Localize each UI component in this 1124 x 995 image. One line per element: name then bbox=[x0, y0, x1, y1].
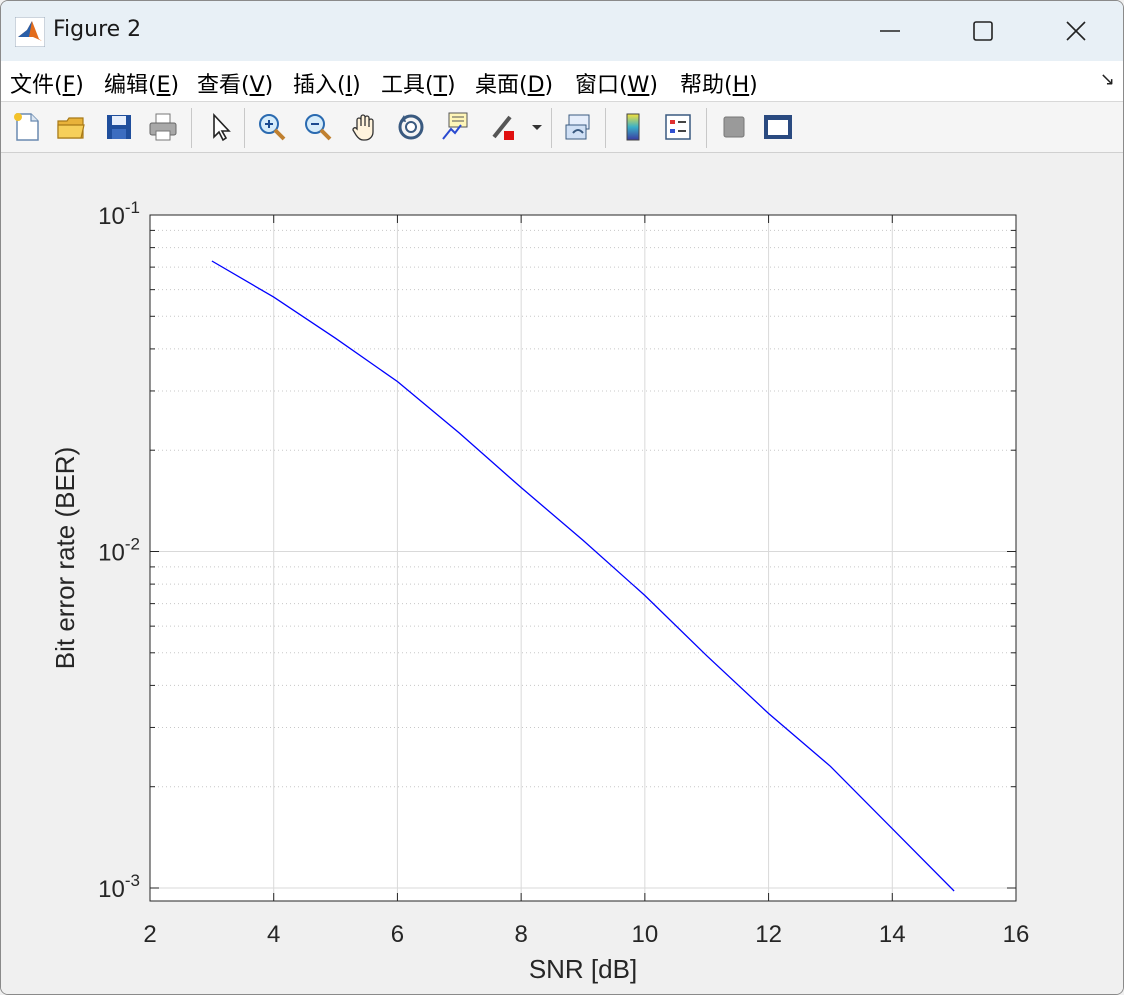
minimize-icon bbox=[880, 30, 900, 32]
show-plot-tools-icon bbox=[764, 115, 792, 139]
ber-plot[interactable]: 2 4 6 8 10 12 14 16 10-1 10-2 10-3 SNR [dB] Bit e… bbox=[1, 153, 1123, 994]
save-button[interactable] bbox=[101, 108, 137, 146]
menu-file[interactable]: 文件(F) bbox=[10, 67, 84, 99]
window-title: Figure 2 bbox=[53, 17, 142, 42]
menu-view[interactable]: 查看(V) bbox=[197, 67, 273, 99]
data-cursor-button[interactable] bbox=[437, 108, 473, 146]
matlab-logo-icon bbox=[15, 17, 45, 47]
toolbar-separator bbox=[244, 108, 245, 148]
close-icon bbox=[1066, 21, 1086, 41]
new-figure-icon bbox=[14, 113, 39, 141]
menu-edit[interactable]: 编辑(E) bbox=[104, 67, 179, 99]
link-plot-icon bbox=[565, 114, 590, 140]
print-icon bbox=[149, 113, 177, 141]
zoom-in-button[interactable] bbox=[254, 108, 290, 146]
menu-window[interactable]: 窗口(W) bbox=[575, 67, 658, 99]
open-file-icon bbox=[57, 117, 85, 139]
x-tick-label: 4 bbox=[267, 921, 280, 948]
insert-legend-button[interactable] bbox=[660, 108, 696, 146]
print-button[interactable] bbox=[145, 108, 181, 146]
menu-insert[interactable]: 插入(I) bbox=[293, 67, 361, 99]
y-tick-labels: 10-1 10-2 10-3 bbox=[98, 198, 140, 903]
zoom-out-icon bbox=[305, 114, 332, 141]
dock-figure-icon[interactable]: ↘ bbox=[1100, 69, 1115, 90]
insert-colorbar-button[interactable] bbox=[615, 108, 651, 146]
rotate-3d-icon bbox=[398, 114, 424, 140]
x-tick-label: 2 bbox=[143, 921, 156, 948]
y-tick-label: 10-1 bbox=[98, 198, 140, 230]
colorbar-icon bbox=[626, 113, 640, 141]
x-tick-labels: 2 4 6 8 10 12 14 16 bbox=[143, 921, 1029, 948]
legend-icon bbox=[665, 114, 691, 140]
save-icon bbox=[107, 115, 131, 139]
toolbar-separator bbox=[706, 108, 707, 148]
brush-button[interactable] bbox=[484, 108, 520, 146]
y-axis-label: Bit error rate (BER) bbox=[50, 447, 80, 670]
toolbar-separator bbox=[551, 108, 552, 148]
brush-dropdown-button[interactable] bbox=[526, 108, 548, 146]
x-tick-label: 10 bbox=[632, 921, 659, 948]
select-arrow-button[interactable] bbox=[202, 108, 238, 146]
menu-tools[interactable]: 工具(T) bbox=[381, 67, 456, 99]
y-tick-label: 10-2 bbox=[98, 535, 140, 567]
maximize-button[interactable] bbox=[936, 1, 1030, 61]
x-tick-label: 8 bbox=[514, 921, 527, 948]
hide-plot-tools-button[interactable] bbox=[716, 108, 752, 146]
select-arrow-icon bbox=[213, 112, 231, 142]
toolbar-separator bbox=[605, 108, 606, 148]
zoom-out-button[interactable] bbox=[300, 108, 336, 146]
show-plot-tools-button[interactable] bbox=[760, 108, 796, 146]
chevron-down-icon bbox=[532, 125, 542, 130]
open-file-button[interactable] bbox=[53, 108, 89, 146]
figure-toolbar bbox=[1, 102, 1123, 153]
axes-background bbox=[150, 215, 1016, 901]
minimize-button[interactable] bbox=[843, 1, 937, 61]
x-tick-label: 6 bbox=[391, 921, 404, 948]
pan-hand-icon bbox=[352, 114, 374, 141]
link-plot-button[interactable] bbox=[561, 108, 597, 146]
pan-button[interactable] bbox=[347, 108, 383, 146]
maximize-icon bbox=[973, 21, 993, 41]
toolbar-separator bbox=[191, 108, 192, 148]
x-tick-label: 12 bbox=[755, 921, 782, 948]
y-tick-label: 10-3 bbox=[98, 871, 140, 903]
menu-bar: 文件(F) 编辑(E) 查看(V) 插入(I) 工具(T) 桌面(D) 窗口(W… bbox=[1, 61, 1123, 102]
menu-desktop[interactable]: 桌面(D) bbox=[475, 67, 553, 99]
zoom-in-icon bbox=[259, 114, 286, 141]
x-axis-label: SNR [dB] bbox=[529, 954, 637, 984]
new-figure-button[interactable] bbox=[9, 108, 45, 146]
data-cursor-icon bbox=[442, 112, 468, 140]
menu-help[interactable]: 帮助(H) bbox=[680, 67, 758, 99]
hide-plot-tools-icon bbox=[723, 116, 745, 138]
brush-icon bbox=[492, 115, 514, 140]
figure-window: Figure 2 文件(F) 编辑(E) 查看(V) 插入(I) 工具(T) 桌… bbox=[0, 0, 1124, 995]
x-tick-label: 16 bbox=[1003, 921, 1030, 948]
x-tick-label: 14 bbox=[879, 921, 906, 948]
rotate-3d-button[interactable] bbox=[393, 108, 429, 146]
close-button[interactable] bbox=[1029, 1, 1123, 61]
title-bar[interactable]: Figure 2 bbox=[1, 1, 1123, 61]
